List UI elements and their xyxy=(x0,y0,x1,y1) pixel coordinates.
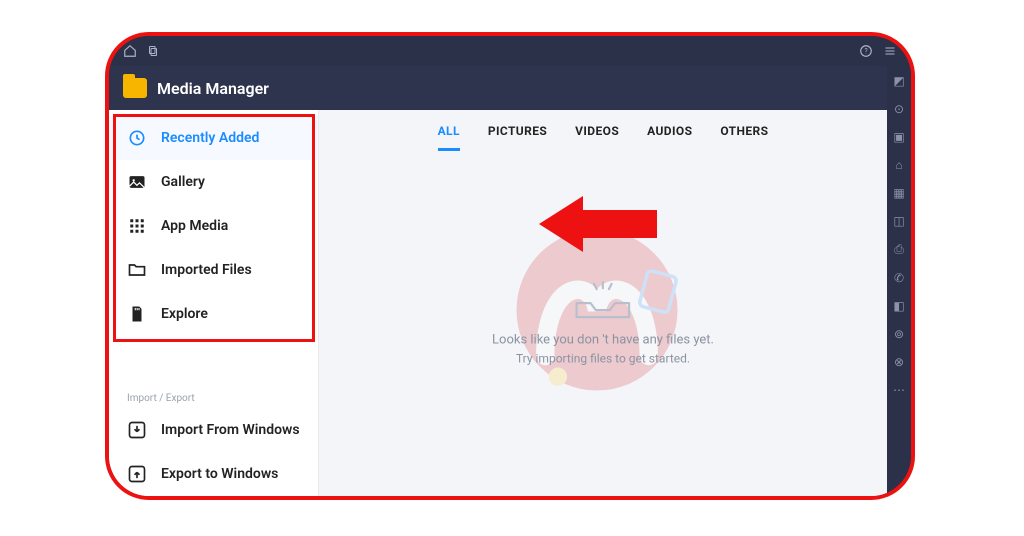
folder-icon xyxy=(123,78,147,98)
sidebar-item-label: Gallery xyxy=(161,174,205,190)
rail-icon-11[interactable]: ⊗ xyxy=(894,355,904,369)
empty-state-line2: Try importing files to get started. xyxy=(376,352,830,366)
content-area: Recently Added Gallery App Media xyxy=(109,110,887,496)
tab-others[interactable]: OTHERS xyxy=(720,124,768,151)
sidebar-item-app-media[interactable]: App Media xyxy=(109,204,318,248)
sidebar-item-gallery[interactable]: Gallery xyxy=(109,160,318,204)
app-window: ? Media Manager ◩ ⊙ ▣ ⌂ ▦ ◫ ⎙ ✆ ◧ ⊚ ⊗ ⋯ … xyxy=(105,32,915,500)
main-panel: ALL PICTURES VIDEOS AUDIOS OTHERS xyxy=(319,110,887,496)
rail-icon-5[interactable]: ▦ xyxy=(893,186,904,200)
clock-icon xyxy=(127,128,147,148)
tab-videos[interactable]: VIDEOS xyxy=(575,124,619,151)
rail-icon-9[interactable]: ◧ xyxy=(893,299,904,313)
rail-icon-10[interactable]: ⊚ xyxy=(894,327,904,341)
apps-grid-icon xyxy=(127,216,147,236)
sidebar-item-label: Export to Windows xyxy=(161,466,278,482)
rail-icon-2[interactable]: ⊙ xyxy=(894,102,904,116)
export-icon xyxy=(127,464,147,484)
sidebar-item-label: App Media xyxy=(161,218,228,234)
sidebar-item-explore[interactable]: Explore xyxy=(109,292,318,336)
emulator-side-rail: ◩ ⊙ ▣ ⌂ ▦ ◫ ⎙ ✆ ◧ ⊚ ⊗ ⋯ xyxy=(887,66,911,496)
rail-icon-6[interactable]: ◫ xyxy=(893,214,904,228)
folder-outline-icon xyxy=(127,260,147,280)
rail-icon-3[interactable]: ▣ xyxy=(893,130,904,144)
inbox-tray-icon xyxy=(568,279,638,323)
sidebar-item-label: Explore xyxy=(161,306,208,322)
sidebar-item-import-windows[interactable]: Import From Windows xyxy=(109,408,318,452)
rail-icon-8[interactable]: ✆ xyxy=(894,271,904,285)
menu-lines-icon[interactable] xyxy=(883,45,897,57)
rail-icon-12[interactable]: ⋯ xyxy=(893,383,905,397)
home-icon[interactable] xyxy=(123,44,137,58)
gallery-icon xyxy=(127,172,147,192)
tab-all[interactable]: ALL xyxy=(438,124,460,151)
tab-pictures[interactable]: PICTURES xyxy=(488,124,547,151)
sidebar-item-label: Import From Windows xyxy=(161,422,300,438)
copy-icon[interactable] xyxy=(147,44,159,58)
rail-icon-4[interactable]: ⌂ xyxy=(895,158,902,172)
sidebar-section-label: Import / Export xyxy=(109,383,318,408)
sd-card-icon xyxy=(127,304,147,324)
app-header: Media Manager xyxy=(109,66,911,110)
emulator-top-bar: ? xyxy=(109,36,911,66)
sidebar-item-label: Imported Files xyxy=(161,262,252,278)
svg-text:?: ? xyxy=(864,47,868,55)
import-icon xyxy=(127,420,147,440)
sidebar-item-imported-files[interactable]: Imported Files xyxy=(109,248,318,292)
empty-state: Looks like you don 't have any files yet… xyxy=(376,279,830,366)
sidebar: Recently Added Gallery App Media xyxy=(109,110,319,496)
app-title: Media Manager xyxy=(157,79,269,98)
help-icon[interactable]: ? xyxy=(859,44,873,58)
empty-state-line1: Looks like you don 't have any files yet… xyxy=(376,333,830,348)
tabs: ALL PICTURES VIDEOS AUDIOS OTHERS xyxy=(319,110,887,151)
sidebar-item-recently-added[interactable]: Recently Added xyxy=(109,116,318,160)
tab-audios[interactable]: AUDIOS xyxy=(647,124,692,151)
rail-icon-1[interactable]: ◩ xyxy=(893,74,904,88)
rail-icon-7[interactable]: ⎙ xyxy=(894,242,904,257)
sidebar-item-label: Recently Added xyxy=(161,130,259,146)
sidebar-item-export-windows[interactable]: Export to Windows xyxy=(109,452,318,496)
